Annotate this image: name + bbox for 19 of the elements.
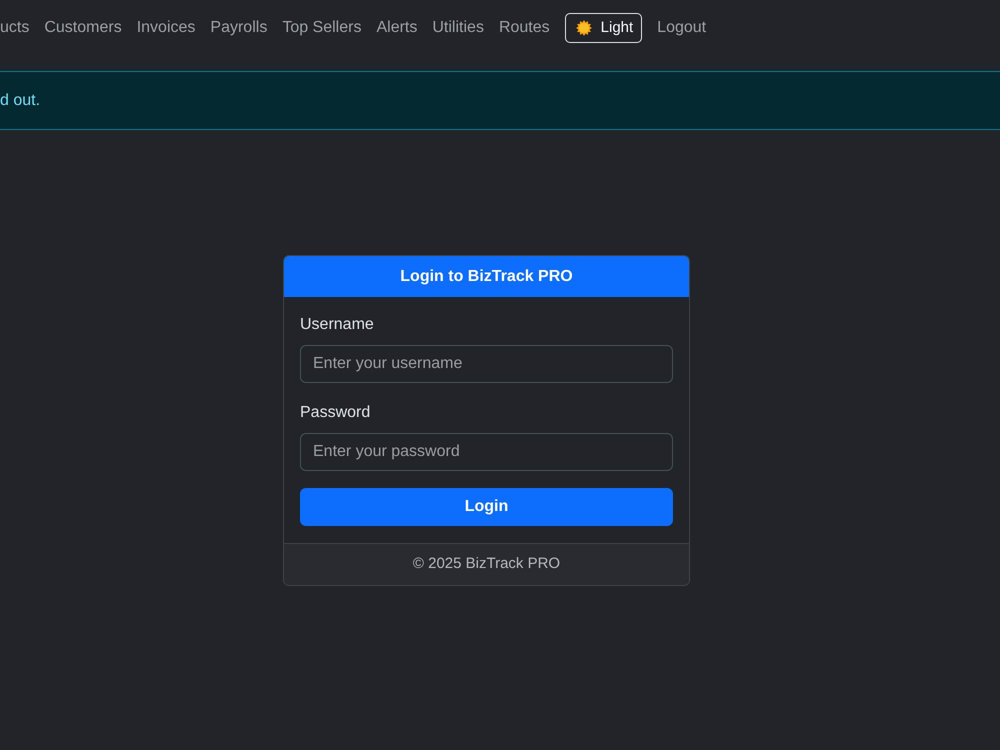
login-button[interactable]: Login (300, 488, 673, 526)
card-footer: © 2025 BizTrack PRO (284, 543, 689, 585)
field-label: Password (300, 403, 370, 423)
nav-link[interactable]: Utilities (432, 16, 484, 40)
field-label: Username (300, 315, 374, 335)
sun-icon (576, 20, 592, 36)
nav-link[interactable]: Alerts (376, 16, 418, 40)
logout-link[interactable]: Logout (657, 16, 706, 40)
nav-link[interactable]: Routes (498, 16, 550, 40)
username-field[interactable]: Enter your username (300, 345, 673, 383)
nav-link[interactable]: ucts (0, 16, 30, 40)
nav-link[interactable]: Payrolls (210, 16, 268, 40)
nav-link[interactable]: Invoices (136, 16, 196, 40)
nav-link[interactable]: Top Sellers (282, 16, 362, 40)
nav-link[interactable]: Customers (44, 16, 122, 40)
card-header: Login to BizTrack PRO (284, 256, 689, 297)
theme-toggle-button[interactable]: Light (564, 12, 642, 42)
password-field[interactable]: Enter your password (300, 433, 673, 471)
alert-banner: d out. (0, 71, 1000, 130)
